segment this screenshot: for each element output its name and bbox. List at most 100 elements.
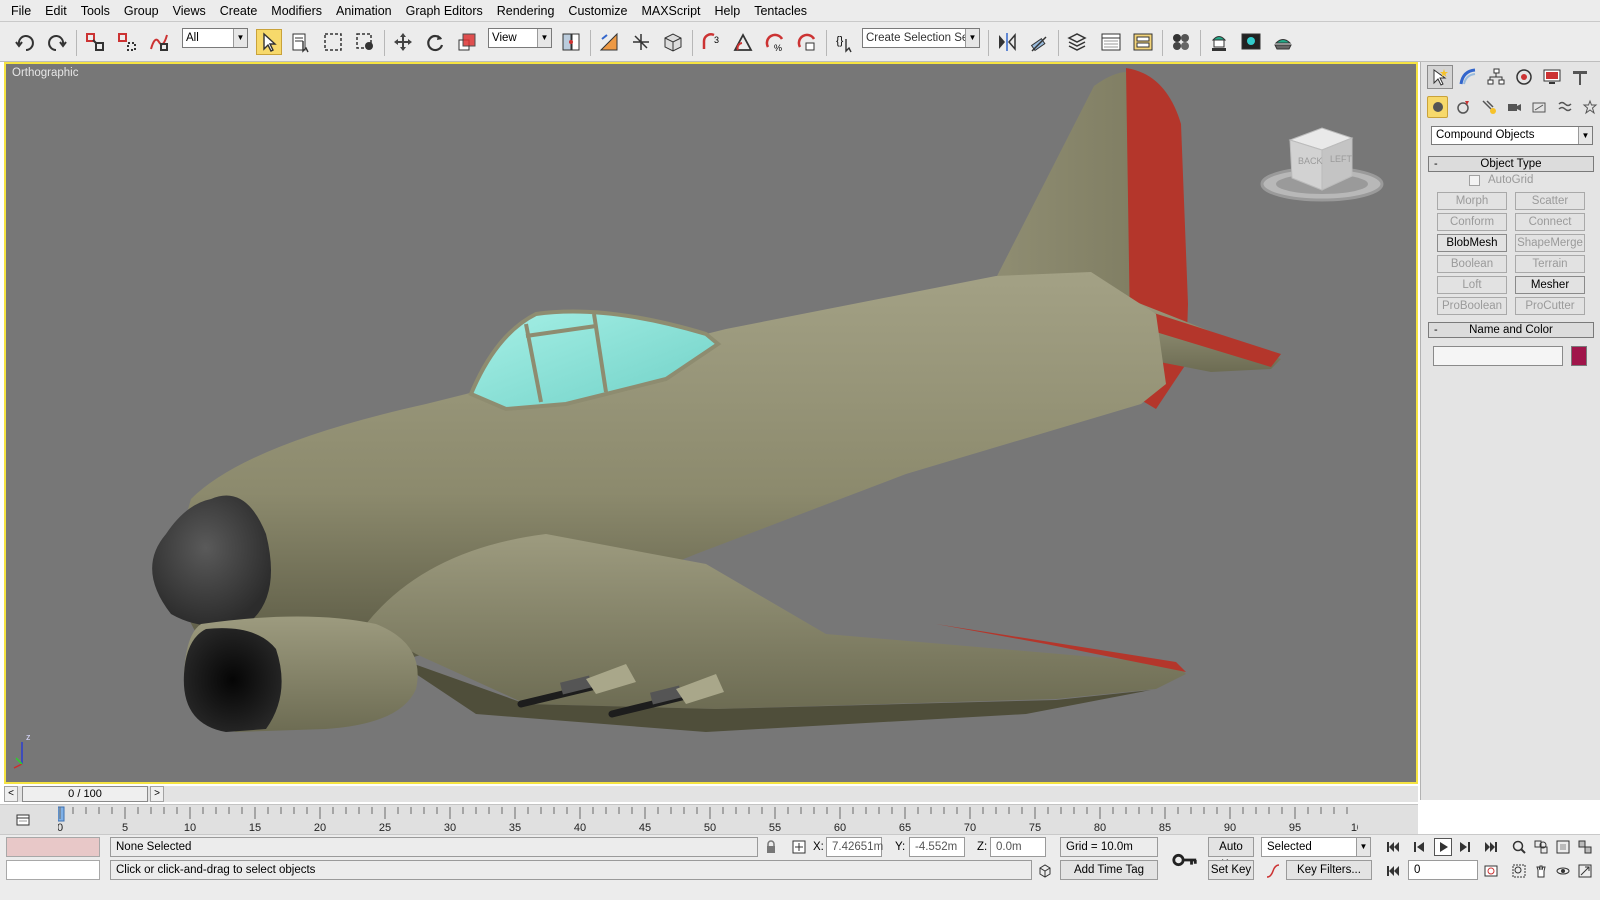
orbit-icon[interactable] [1554, 862, 1572, 880]
menu-maxscript[interactable]: MAXScript [634, 0, 707, 22]
set-key-icon[interactable] [1170, 845, 1200, 875]
geometry-category-icon[interactable] [1427, 96, 1449, 118]
percent-snap-toggle-icon[interactable] [730, 29, 756, 55]
z-coordinate-field[interactable]: 0.0m [990, 837, 1046, 857]
use-pivot-center-icon[interactable] [558, 29, 584, 55]
frame-ruler[interactable]: 0 5 10 15 20 25 30 35 40 45 50 55 60 65 70 75 80 85 90 95 10… [57, 805, 1369, 835]
menu-tools[interactable]: Tools [74, 0, 117, 22]
menu-tentacles[interactable]: Tentacles [747, 0, 814, 22]
key-mode-toggle-icon[interactable] [1384, 862, 1402, 880]
next-frame-icon[interactable] [1456, 838, 1474, 856]
rendered-frame-window-icon[interactable] [1238, 29, 1264, 55]
perspective-viewport[interactable]: Orthographic BACK LEFT z [4, 62, 1418, 784]
menu-modifiers[interactable]: Modifiers [264, 0, 329, 22]
x-coordinate-field[interactable]: 7.42651m [826, 837, 883, 857]
lights-category-icon[interactable] [1478, 96, 1499, 118]
schematic-view-icon[interactable] [1130, 29, 1156, 55]
key-filters-button[interactable]: Key Filters... [1286, 860, 1372, 880]
maximize-viewport-icon[interactable] [1576, 862, 1594, 880]
connect-button[interactable]: Connect [1515, 213, 1585, 231]
edit-named-selection-icon[interactable] [794, 29, 820, 55]
object-name-field[interactable] [1433, 346, 1563, 366]
helpers-category-icon[interactable] [1529, 96, 1550, 118]
render-setup-icon[interactable] [1206, 29, 1232, 55]
scatter-button[interactable]: Scatter [1515, 192, 1585, 210]
select-and-rotate-icon[interactable] [422, 29, 448, 55]
menu-animation[interactable]: Animation [329, 0, 399, 22]
unlink-selection-icon[interactable] [114, 29, 140, 55]
undo-icon[interactable] [12, 29, 38, 55]
window-crossing-icon[interactable] [352, 29, 378, 55]
redo-icon[interactable] [44, 29, 70, 55]
layer-manager-icon[interactable] [1064, 29, 1090, 55]
select-and-scale-icon[interactable] [454, 29, 480, 55]
selection-filter-dropdown[interactable]: All ▼ [182, 28, 248, 48]
object-type-rollout-header[interactable]: - Object Type [1428, 156, 1594, 172]
time-slider-thumb[interactable]: 0 / 100 [22, 786, 148, 802]
select-and-manipulate-icon[interactable] [596, 29, 622, 55]
procutter-button[interactable]: ProCutter [1515, 297, 1585, 315]
modify-tab-icon[interactable] [1455, 65, 1481, 89]
terrain-button[interactable]: Terrain [1515, 255, 1585, 273]
key-mode-dropdown[interactable]: Selected ▼ [1261, 837, 1371, 857]
time-slider[interactable]: < 0 / 100 > [4, 786, 1418, 802]
auto-key-button[interactable]: Auto Key [1208, 837, 1254, 871]
go-to-end-icon[interactable] [1482, 838, 1500, 856]
systems-category-icon[interactable] [1580, 96, 1600, 118]
reference-coordinate-dropdown[interactable]: View ▼ [488, 28, 552, 48]
autogrid-checkbox-row[interactable]: AutoGrid [1469, 174, 1533, 186]
viewcube[interactable]: BACK LEFT [1260, 124, 1390, 214]
space-warps-category-icon[interactable] [1554, 96, 1575, 118]
menu-edit[interactable]: Edit [38, 0, 74, 22]
shapemerge-button[interactable]: ShapeMerge [1515, 234, 1585, 252]
default-tangents-icon[interactable] [1264, 862, 1282, 880]
align-icon[interactable] [1026, 29, 1052, 55]
open-mini-curve-editor-icon[interactable] [14, 811, 32, 829]
add-time-tag-button[interactable]: Add Time Tag [1060, 860, 1158, 880]
rectangular-selection-region-icon[interactable] [320, 29, 346, 55]
curve-editor-icon[interactable] [1098, 29, 1124, 55]
airplane-model[interactable] [6, 64, 1416, 782]
select-and-move-icon[interactable] [390, 29, 416, 55]
menu-customize[interactable]: Customize [561, 0, 634, 22]
motion-tab-icon[interactable] [1511, 65, 1537, 89]
menu-create[interactable]: Create [213, 0, 265, 22]
angle-snap-toggle-icon[interactable]: 3 [698, 29, 724, 55]
menu-views[interactable]: Views [166, 0, 213, 22]
zoom-extents-all-icon[interactable] [1576, 838, 1594, 856]
menu-file[interactable]: File [4, 0, 38, 22]
object-color-swatch[interactable] [1571, 346, 1587, 366]
cameras-category-icon[interactable] [1503, 96, 1524, 118]
hierarchy-tab-icon[interactable] [1483, 65, 1509, 89]
display-tab-icon[interactable] [1539, 65, 1565, 89]
time-tag-icon[interactable] [1036, 862, 1054, 880]
select-and-link-icon[interactable] [82, 29, 108, 55]
time-slider-next-icon[interactable]: > [150, 786, 164, 802]
time-slider-prev-icon[interactable]: < [4, 786, 18, 802]
blobmesh-button[interactable]: BlobMesh [1437, 234, 1507, 252]
autogrid-checkbox[interactable] [1469, 174, 1480, 186]
mesher-button[interactable]: Mesher [1515, 276, 1585, 294]
morph-button[interactable]: Morph [1437, 192, 1507, 210]
spinner-snap-toggle-icon[interactable]: % [762, 29, 788, 55]
menu-graph-editors[interactable]: Graph Editors [399, 0, 490, 22]
zoom-extents-icon[interactable] [1554, 838, 1572, 856]
name-and-color-rollout-header[interactable]: - Name and Color [1428, 322, 1594, 338]
object-category-dropdown[interactable]: Compound Objects ▼ [1431, 126, 1593, 145]
loft-button[interactable]: Loft [1437, 276, 1507, 294]
menu-group[interactable]: Group [117, 0, 166, 22]
boolean-button[interactable]: Boolean [1437, 255, 1507, 273]
menu-rendering[interactable]: Rendering [490, 0, 562, 22]
y-coordinate-field[interactable]: -4.552m [909, 837, 965, 857]
current-frame-field[interactable]: 0 [1408, 860, 1478, 880]
3d-snap-toggle-icon[interactable] [660, 29, 686, 55]
conform-button[interactable]: Conform [1437, 213, 1507, 231]
play-animation-icon[interactable] [1434, 838, 1452, 856]
bind-to-spacewarp-icon[interactable] [146, 29, 172, 55]
render-production-icon[interactable] [1270, 29, 1296, 55]
mirror-icon[interactable] [994, 29, 1020, 55]
zoom-all-icon[interactable] [1532, 838, 1550, 856]
previous-frame-icon[interactable] [1410, 838, 1428, 856]
shapes-category-icon[interactable] [1452, 96, 1473, 118]
menu-help[interactable]: Help [708, 0, 748, 22]
